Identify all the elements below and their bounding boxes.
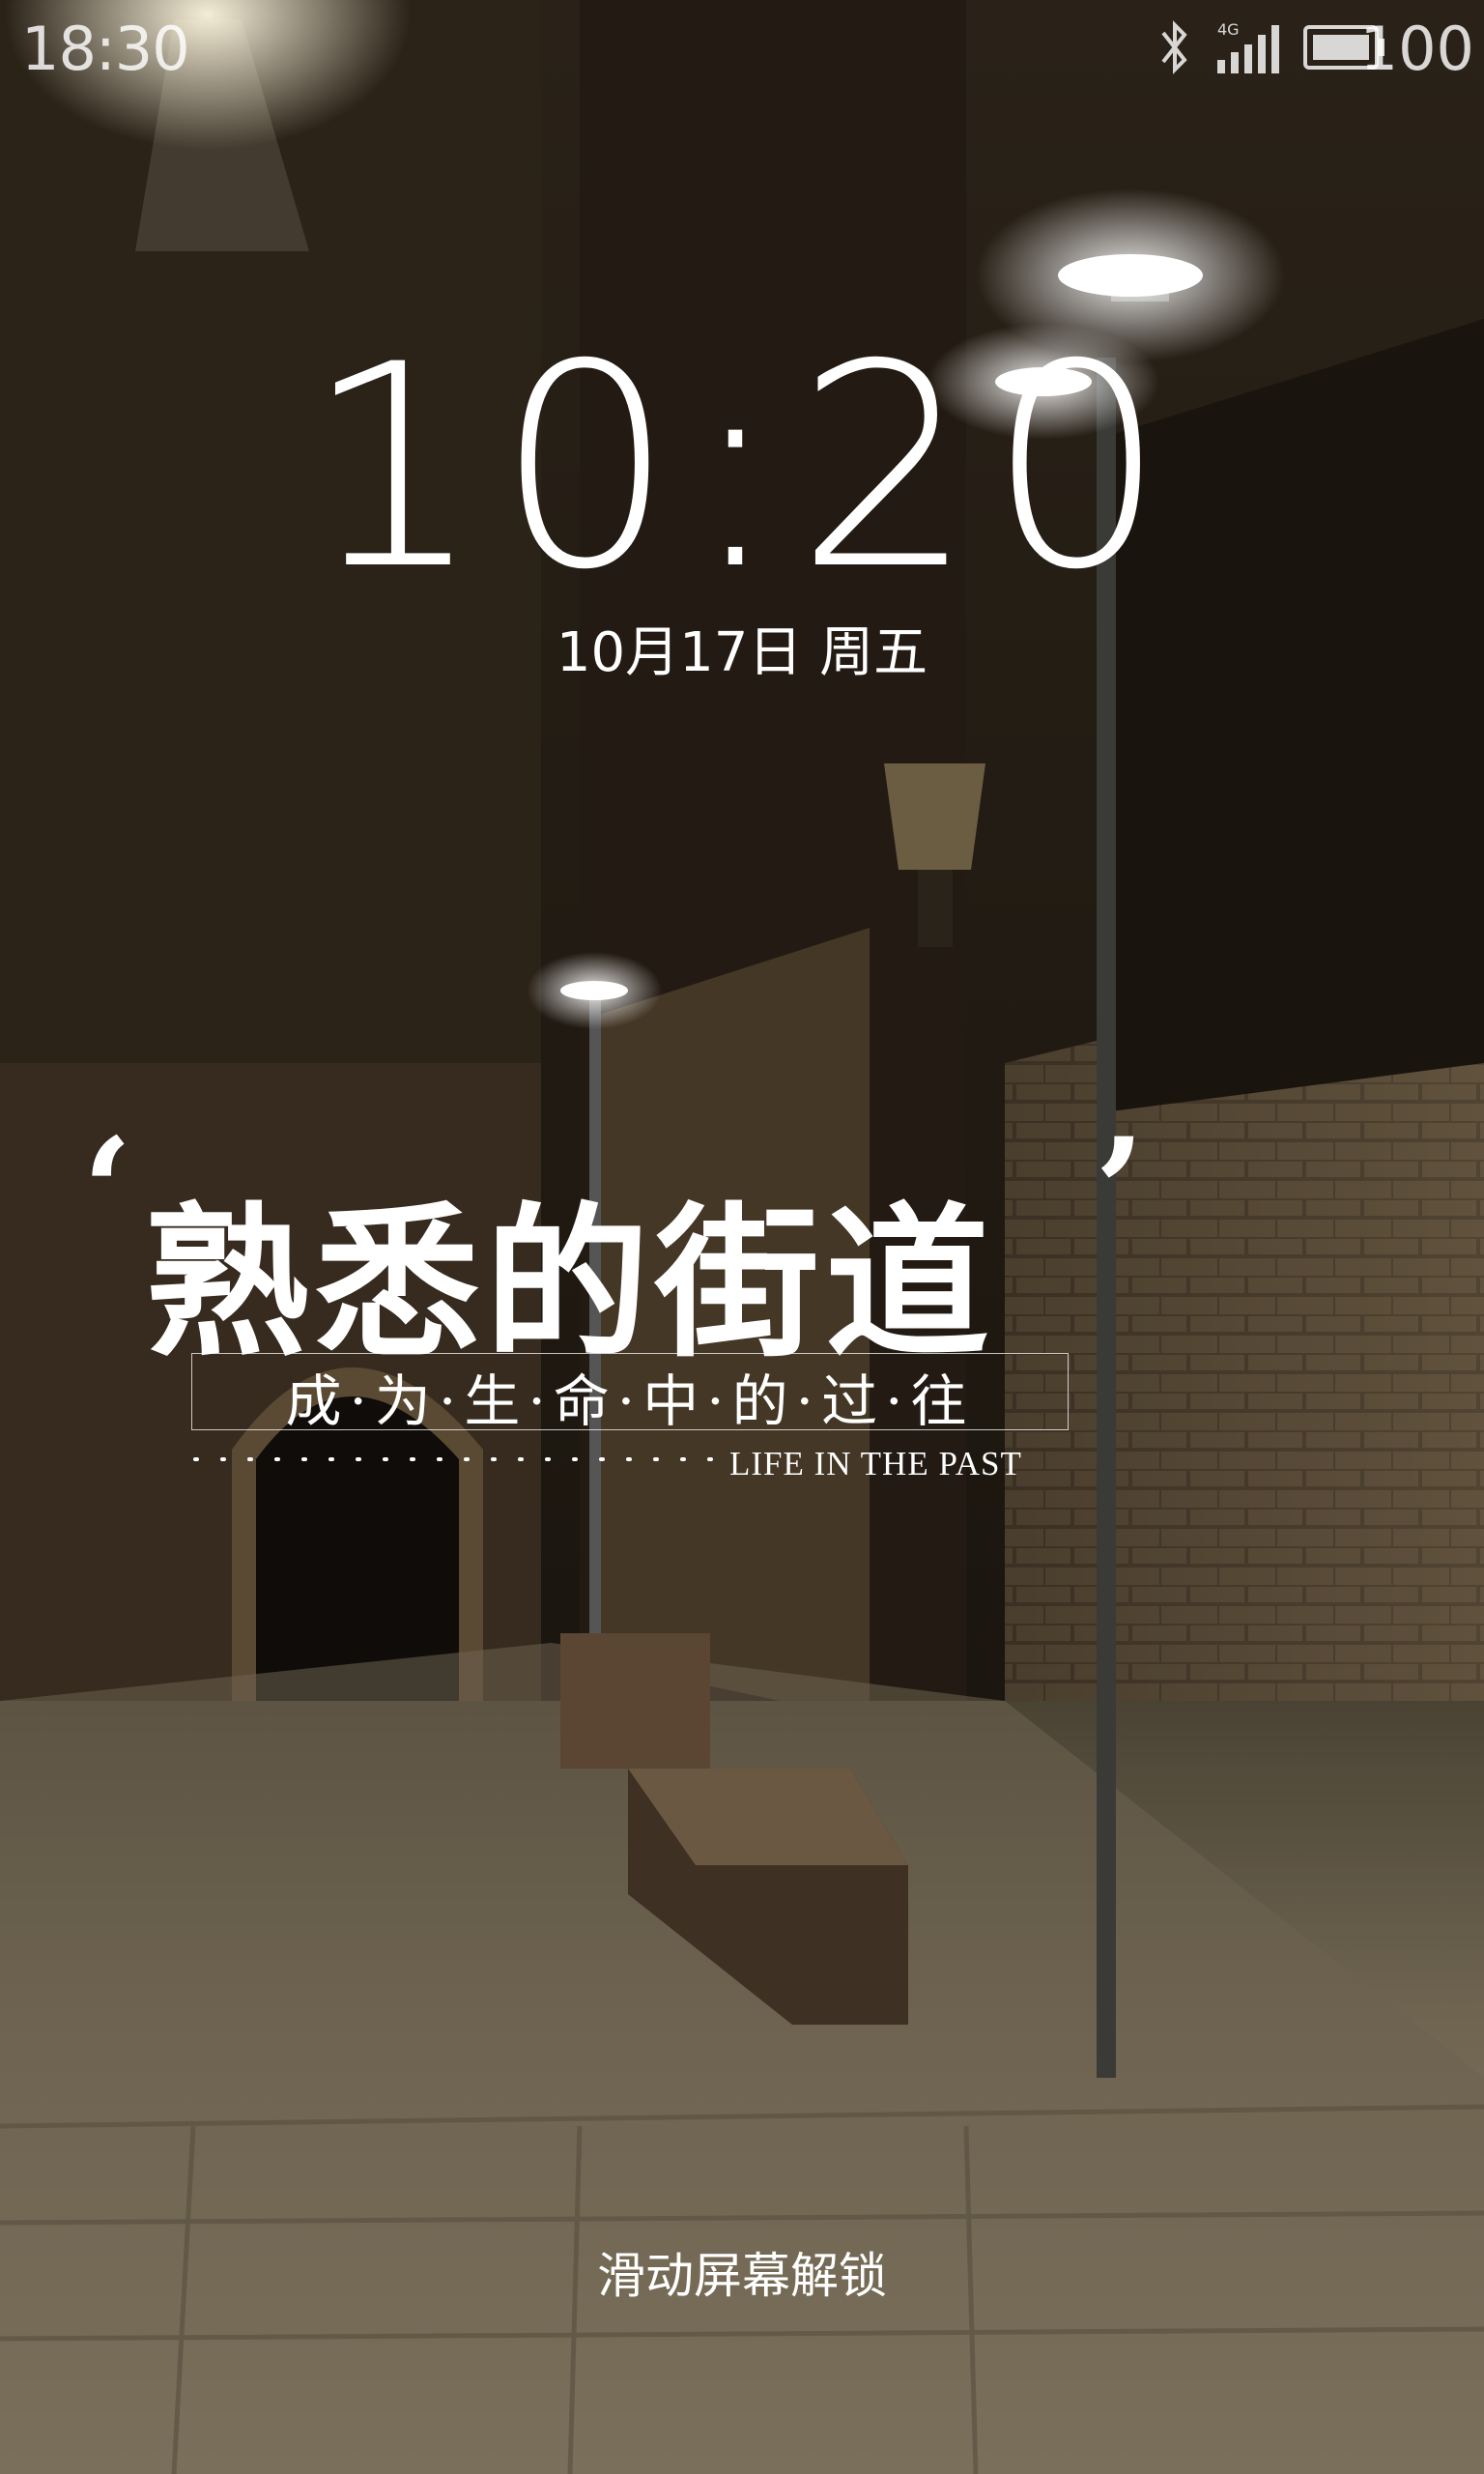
battery-level-text: 100 [1359,14,1474,84]
svg-text:4G: 4G [1217,20,1240,39]
status-bar: 18:30 4G 100 [0,0,1484,97]
bluetooth-icon [1161,20,1187,74]
lock-date: 10月17日 周五 [556,621,928,684]
status-time: 18:30 [21,14,190,84]
signal-4g-icon: 4G [1217,20,1279,73]
swipe-to-unlock-hint[interactable]: 滑动屏幕解锁 [0,2237,1484,2307]
wallpaper-title: ‘ 熟悉的街道 ’ [82,1107,1145,1380]
wallpaper-english-tag: LIFE IN THE PAST [729,1445,1022,1482]
dotted-divider [193,1457,730,1461]
wallpaper-subtitle: 成·为·生·命·中·的·过·往 [285,1368,975,1434]
title-close-quote: ’ [1094,1107,1145,1277]
title-open-quote: ‘ [82,1107,133,1277]
lock-clock: 10:20 [304,305,1180,631]
wallpaper-subtitle-box: 成·为·生·命·中·的·过·往 [191,1353,1069,1434]
